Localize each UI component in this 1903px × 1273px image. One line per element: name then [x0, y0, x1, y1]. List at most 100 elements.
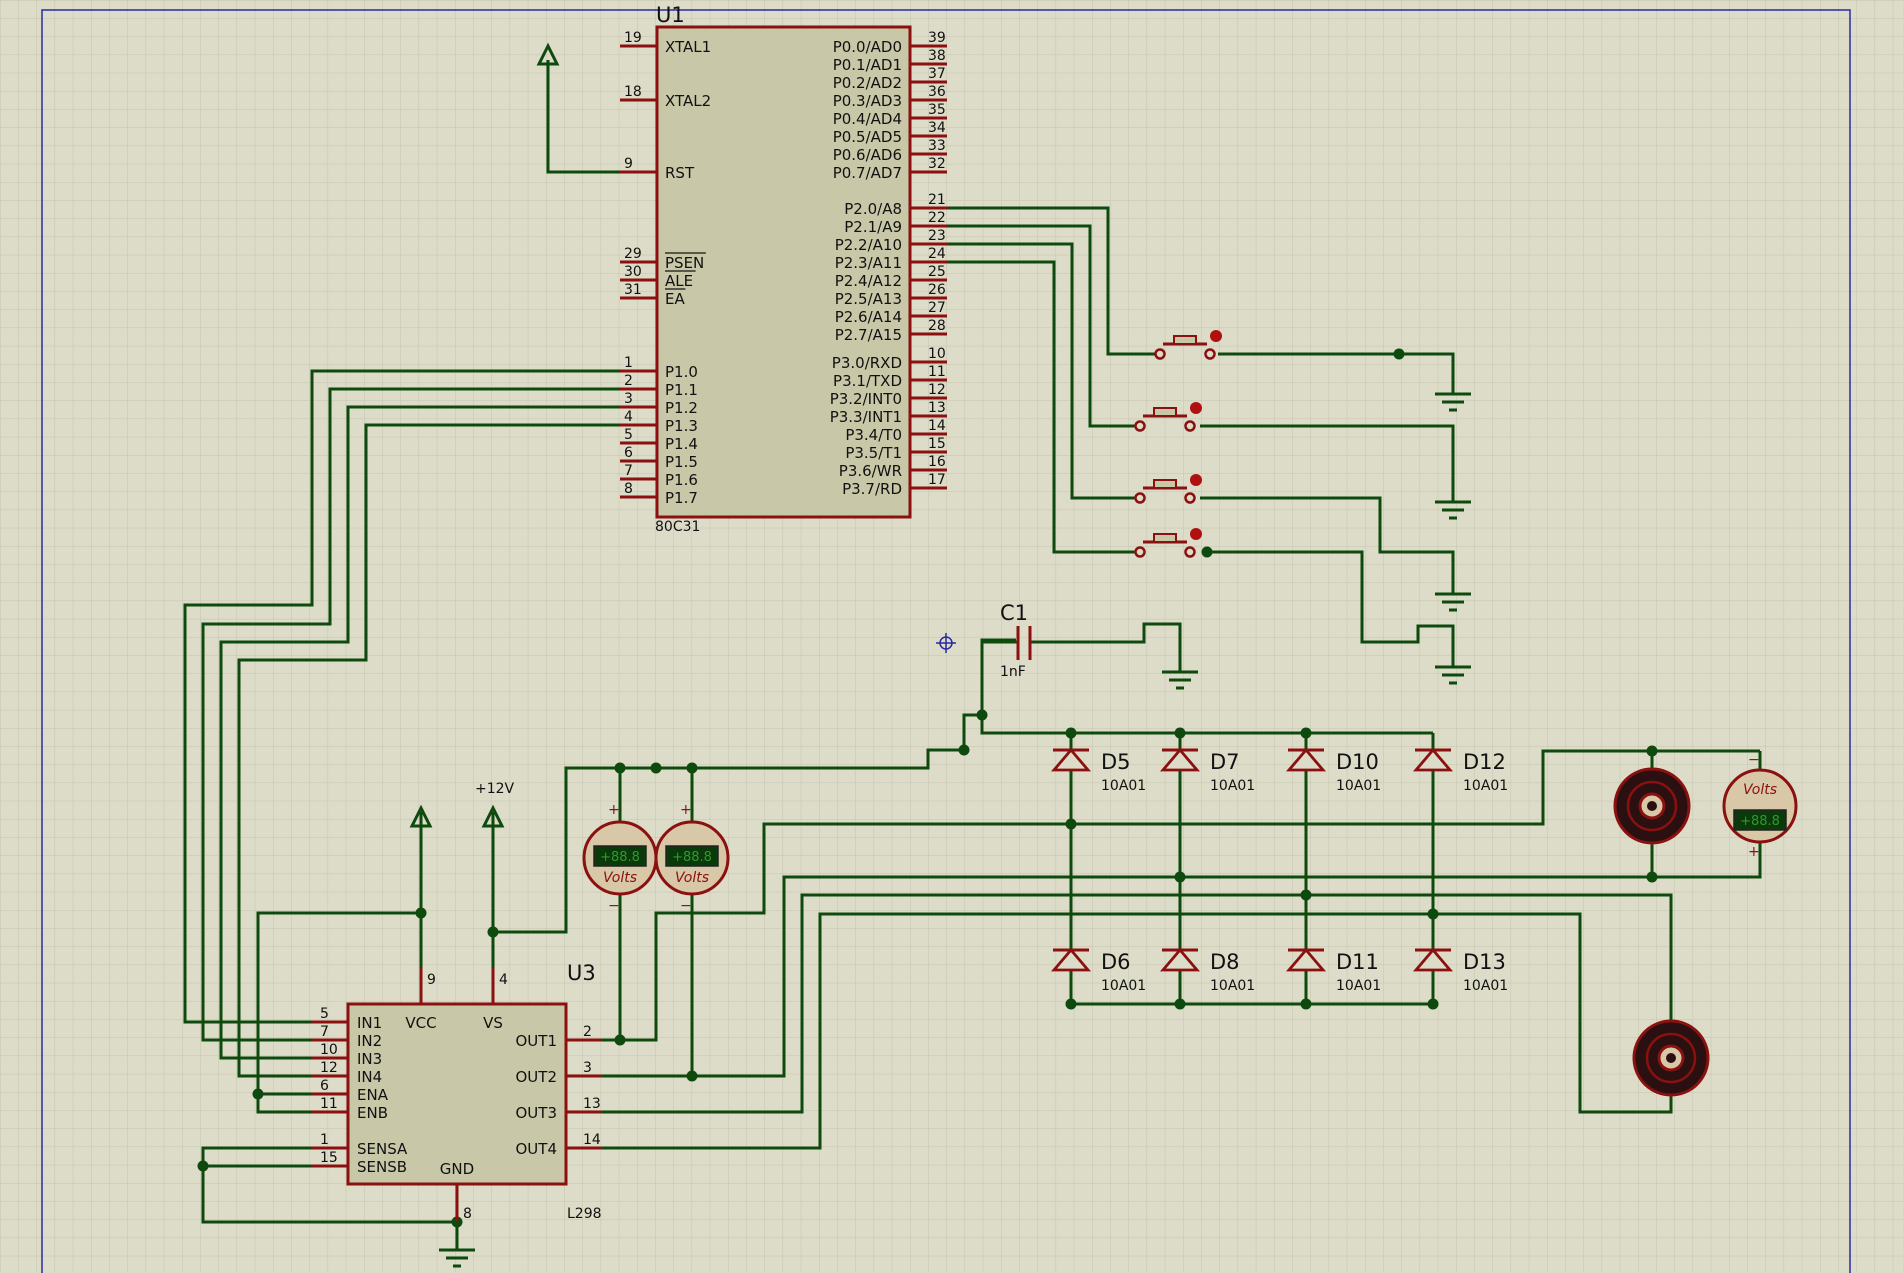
- pin-label: OUT3: [516, 1104, 558, 1122]
- pin-label: P2.4/A12: [835, 272, 902, 290]
- pin-label: P0.6/AD6: [833, 146, 902, 164]
- pin-label: OUT2: [516, 1068, 558, 1086]
- pin-number: 6: [320, 1078, 329, 1094]
- schematic-canvas[interactable]: U1 80C31 19 XTAL118 XTAL29 RST29 PSEN30 ALE31…: [0, 0, 1903, 1273]
- pin-label: P1.7: [665, 489, 698, 507]
- diode-value: 10A01: [1463, 778, 1508, 794]
- pin-number: 1: [624, 355, 633, 371]
- pin-number: 23: [928, 228, 946, 244]
- pin-number: 1: [320, 1132, 329, 1148]
- meter-plus: +: [1748, 844, 1760, 860]
- diode-ref: D6: [1101, 950, 1131, 974]
- pin-number: 15: [928, 436, 946, 452]
- pin-number: 5: [624, 427, 633, 443]
- diode-value: 10A01: [1101, 778, 1146, 794]
- pin-label: SENSB: [357, 1158, 407, 1176]
- pin-label: P0.0/AD0: [833, 38, 902, 56]
- pin-number: 24: [928, 246, 946, 262]
- pin-label: P2.6/A14: [835, 308, 902, 326]
- pin-label: P0.2/AD2: [833, 74, 902, 92]
- pin-number: 34: [928, 120, 946, 136]
- meter-reading: +88.8: [672, 850, 712, 865]
- diode-value: 10A01: [1463, 978, 1508, 994]
- pin-number: 28: [928, 318, 946, 334]
- dc-motor-icon[interactable]: [1613, 767, 1691, 845]
- pin-label: VCC: [405, 1014, 436, 1032]
- pin-number: 36: [928, 84, 946, 100]
- pin-label: P0.7/AD7: [833, 164, 902, 182]
- dc-motor-icon[interactable]: [1632, 1019, 1710, 1097]
- pin-number: 17: [928, 472, 946, 488]
- pin-label: IN4: [357, 1068, 382, 1086]
- pin-number: 21: [928, 192, 946, 208]
- u1-part: 80C31: [655, 519, 700, 535]
- pin-number: 10: [320, 1042, 338, 1058]
- pin-number: 5: [320, 1006, 329, 1022]
- pin-number: 11: [928, 364, 946, 380]
- pin-number: 9: [427, 972, 436, 988]
- pin-number: 11: [320, 1096, 338, 1112]
- diode-ref: D11: [1336, 950, 1379, 974]
- pin-label: IN3: [357, 1050, 382, 1068]
- pin-label: P0.3/AD3: [833, 92, 902, 110]
- pin-number: 3: [583, 1060, 592, 1076]
- pin-number: 22: [928, 210, 946, 226]
- grid-background: [0, 0, 1903, 1273]
- meter-minus: −: [680, 898, 692, 914]
- pin-number: 12: [320, 1060, 338, 1076]
- pin-number: 38: [928, 48, 946, 64]
- pin-number: 3: [624, 391, 633, 407]
- pin-number: 14: [928, 418, 946, 434]
- pin-label: OUT1: [516, 1032, 558, 1050]
- pin-label: P2.7/A15: [835, 326, 902, 344]
- pin-number: 9: [624, 156, 633, 172]
- meter-unit: Volts: [675, 870, 709, 886]
- diode-ref: D7: [1210, 750, 1240, 774]
- pin-number: 14: [583, 1132, 601, 1148]
- pin-label: P3.1/TXD: [833, 372, 902, 390]
- pin-number: 35: [928, 102, 946, 118]
- pin-label: IN2: [357, 1032, 382, 1050]
- pin-label: P3.2/INT0: [830, 390, 902, 408]
- pin-label: IN1: [357, 1014, 382, 1032]
- pin-number: 37: [928, 66, 946, 82]
- u1-ref: U1: [656, 3, 685, 27]
- pin-number: 16: [928, 454, 946, 470]
- pin-label: P3.5/T1: [845, 444, 902, 462]
- pin-label: P1.5: [665, 453, 698, 471]
- pin-label: P3.4/T0: [845, 426, 902, 444]
- meter-unit: Volts: [1743, 782, 1777, 798]
- pin-number: 15: [320, 1150, 338, 1166]
- supply-12v-label: +12V: [475, 781, 515, 797]
- u3-ref: U3: [567, 961, 596, 985]
- pin-number: 2: [624, 373, 633, 389]
- diode-value: 10A01: [1336, 978, 1381, 994]
- c1-value: 1nF: [1000, 664, 1026, 680]
- meter-plus: +: [608, 802, 620, 818]
- pin-label: P2.5/A13: [835, 290, 902, 308]
- pin-number: 8: [463, 1206, 472, 1222]
- pin-label: P3.3/INT1: [830, 408, 902, 426]
- pin-number: 19: [624, 30, 642, 46]
- pin-number: 7: [320, 1024, 329, 1040]
- pin-number: 33: [928, 138, 946, 154]
- meter-reading: +88.8: [600, 850, 640, 865]
- pin-label: P1.0: [665, 363, 698, 381]
- u1-microcontroller[interactable]: U1 80C31 19 XTAL118 XTAL29 RST29 PSEN30 ALE31…: [620, 3, 947, 535]
- pin-label: ALE: [665, 272, 693, 290]
- pin-label: PSEN: [665, 254, 704, 272]
- pin-number: 31: [624, 282, 642, 298]
- pin-number: 7: [624, 463, 633, 479]
- pin-label: P3.7/RD: [842, 480, 902, 498]
- pin-label: ENA: [357, 1086, 389, 1104]
- pin-number: 26: [928, 282, 946, 298]
- pin-number: 12: [928, 382, 946, 398]
- diode-ref: D8: [1210, 950, 1240, 974]
- pin-label: P0.4/AD4: [833, 110, 902, 128]
- diode-ref: D10: [1336, 750, 1379, 774]
- pin-number: 8: [624, 481, 633, 497]
- pin-number: 25: [928, 264, 946, 280]
- pin-label: OUT4: [516, 1140, 558, 1158]
- pin-number: 29: [624, 246, 642, 262]
- pin-number: 27: [928, 300, 946, 316]
